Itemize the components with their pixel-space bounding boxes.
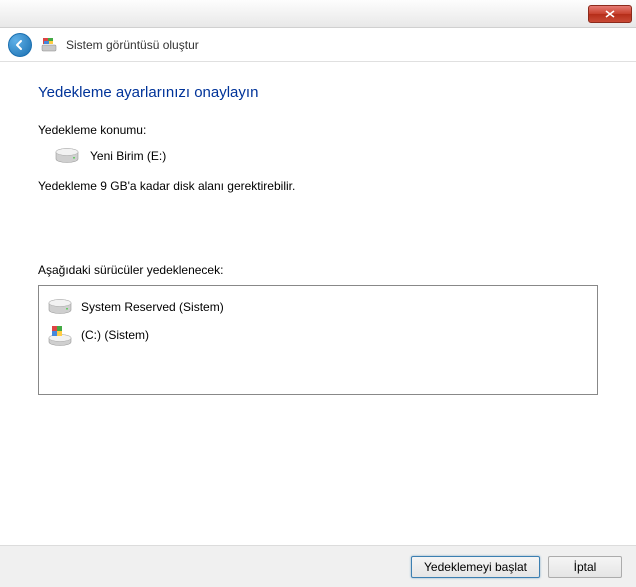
start-backup-button[interactable]: Yedeklemeyi başlat: [411, 556, 540, 578]
backup-location-row: Yeni Birim (E:): [38, 147, 598, 165]
drive-icon: [54, 147, 80, 165]
wizard-header: Sistem görüntüsü oluştur: [0, 28, 636, 62]
system-image-icon: [40, 36, 58, 54]
drive-label: System Reserved (Sistem): [81, 300, 224, 314]
list-item: System Reserved (Sistem): [45, 294, 591, 320]
back-button[interactable]: [8, 33, 32, 57]
size-requirement-note: Yedekleme 9 GB'a kadar disk alanı gerekt…: [38, 179, 598, 193]
windows-drive-icon: [47, 324, 73, 346]
cancel-button[interactable]: İptal: [548, 556, 622, 578]
close-icon: [605, 10, 615, 18]
page-heading: Yedekleme ayarlarınızı onaylayın: [38, 84, 598, 101]
drives-list-box: System Reserved (Sistem) (C:) (Sistem): [38, 285, 598, 395]
content-area: Yedekleme ayarlarınızı onaylayın Yedekle…: [0, 62, 636, 395]
window-titlebar: [0, 0, 636, 28]
location-label: Yedekleme konumu:: [38, 123, 598, 137]
window-title: Sistem görüntüsü oluştur: [66, 38, 199, 52]
drive-icon: [47, 298, 73, 316]
wizard-footer: Yedeklemeyi başlat İptal: [0, 545, 636, 587]
list-item: (C:) (Sistem): [45, 320, 591, 350]
drives-to-backup-label: Aşağıdaki sürücüler yedeklenecek:: [38, 263, 598, 277]
back-arrow-icon: [14, 39, 26, 51]
location-drive-name: Yeni Birim (E:): [90, 149, 166, 163]
close-button[interactable]: [588, 5, 632, 23]
drive-label: (C:) (Sistem): [81, 328, 149, 342]
